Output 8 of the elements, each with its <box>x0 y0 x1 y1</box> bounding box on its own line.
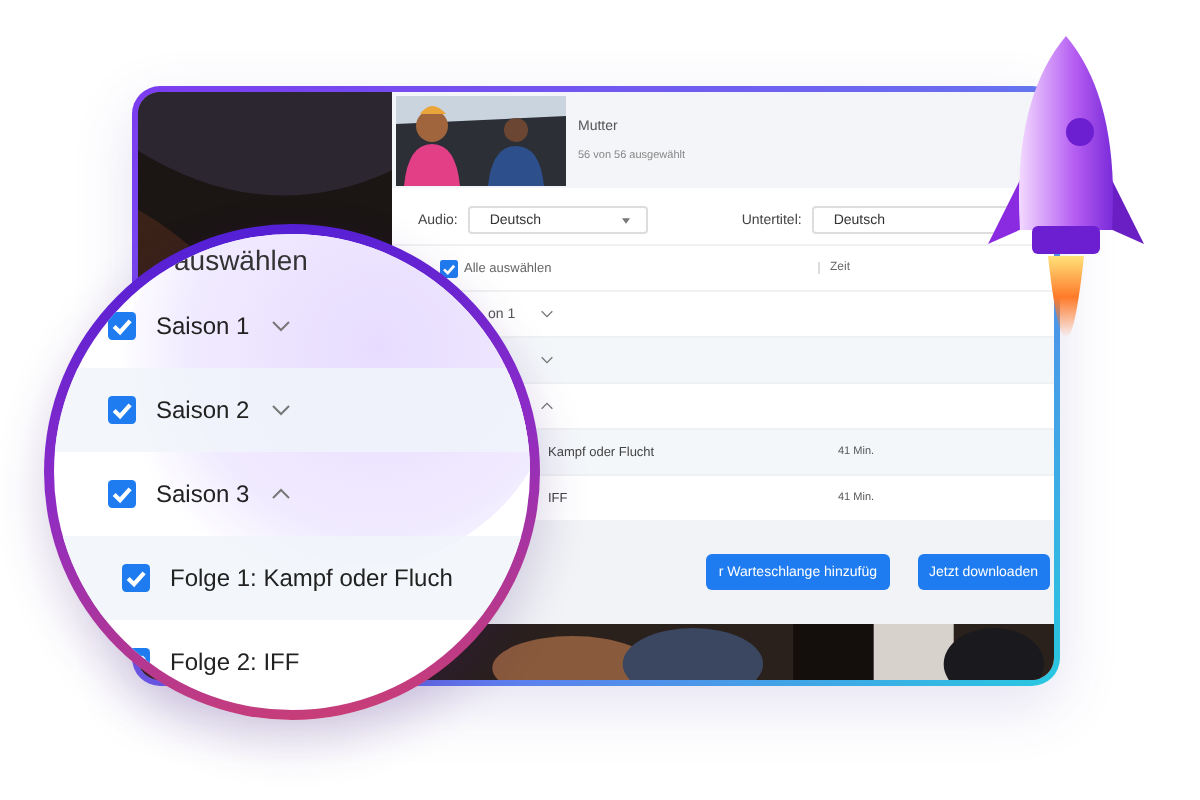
checkbox[interactable] <box>108 312 136 340</box>
chevron-down-icon[interactable] <box>540 356 554 364</box>
chevron-up-icon[interactable] <box>540 402 554 410</box>
checkbox[interactable] <box>440 259 458 277</box>
caret-icon <box>621 217 630 223</box>
checkbox[interactable] <box>108 480 136 508</box>
checkbox[interactable] <box>108 396 136 424</box>
chevron-down-icon[interactable] <box>540 310 554 318</box>
